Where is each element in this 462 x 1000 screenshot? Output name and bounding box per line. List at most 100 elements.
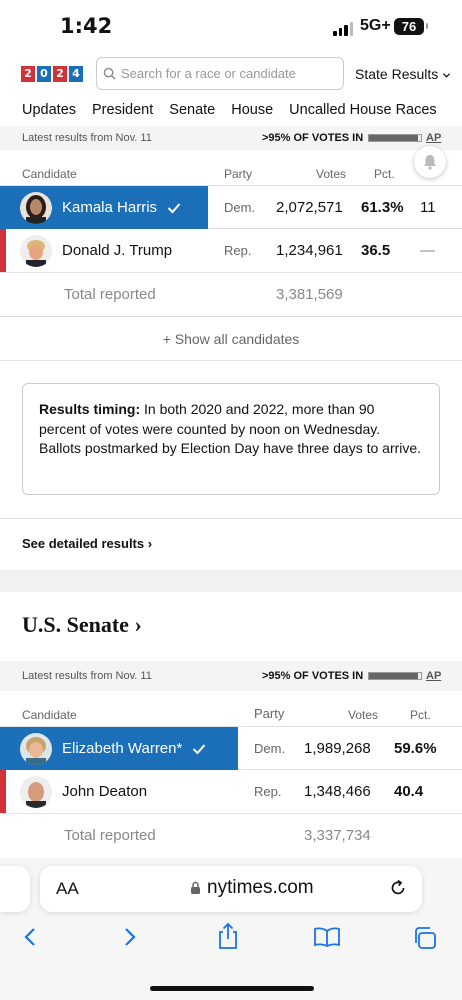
results-timing-notice: Results timing: In both 2020 and 2022, m…: [22, 383, 440, 495]
pct-cell: 40.4: [394, 783, 424, 800]
senate-section-title[interactable]: U.S. Senate ›: [22, 612, 142, 638]
logo-digit: 2: [53, 66, 67, 82]
table-row[interactable]: Donald J. Trump Rep. 1,234,961 36.5 —: [0, 229, 462, 273]
bookmarks-icon[interactable]: [313, 926, 341, 948]
avatar: [20, 732, 52, 765]
electoral-votes-cell: 11: [420, 199, 436, 216]
battery-nub: [426, 23, 428, 29]
tab-senate[interactable]: Senate: [169, 102, 215, 118]
table-row[interactable]: Kamala Harris Dem. 2,072,571 61.3% 11: [0, 185, 462, 229]
total-label: Total reported: [64, 286, 156, 303]
updated-text: Latest results from Nov. 11: [22, 132, 152, 144]
winner-candidate-cell: Elizabeth Warren*: [0, 727, 238, 770]
tabs-icon[interactable]: [412, 926, 438, 950]
candidate-name: Donald J. Trump: [62, 242, 173, 259]
see-detailed-results-link[interactable]: See detailed results ›: [0, 518, 462, 570]
candidate-cell: Donald J. Trump: [0, 229, 172, 272]
logo-digit: 0: [37, 66, 51, 82]
logo-digit: 4: [69, 66, 83, 82]
pct-cell: 36.5: [361, 242, 391, 259]
logo-digit: 2: [21, 66, 35, 82]
previous-tab-bar[interactable]: [0, 866, 30, 912]
state-results-dropdown[interactable]: State Results: [355, 66, 451, 82]
party-cell: Dem.: [254, 741, 286, 756]
col-votes: Votes: [348, 708, 379, 722]
check-icon: [193, 743, 206, 754]
tab-uncalled-house[interactable]: Uncalled House Races: [289, 102, 437, 118]
notice-title: Results timing:: [39, 401, 141, 417]
table-row[interactable]: John Deaton Rep. 1,348,466 40.4: [0, 770, 462, 814]
total-row: Total reported 3,381,569: [0, 273, 462, 317]
tab-president[interactable]: President: [92, 102, 153, 118]
home-indicator: [150, 986, 314, 991]
search-box[interactable]: [96, 57, 344, 90]
party-cell: Rep.: [224, 243, 252, 258]
avatar: [20, 234, 52, 267]
signal-icon: [333, 22, 353, 36]
col-pct: Pct.: [410, 708, 431, 722]
candidate-name: Kamala Harris: [62, 199, 158, 216]
col-candidate: Candidate: [22, 708, 77, 722]
votes-in-text: >95% OF VOTES IN: [262, 132, 364, 144]
col-party: Party: [224, 167, 253, 181]
share-icon[interactable]: [216, 922, 240, 950]
votes-cell: 1,234,961: [276, 242, 343, 259]
back-icon[interactable]: [22, 926, 38, 948]
tab-updates[interactable]: Updates: [22, 102, 76, 118]
address-bar[interactable]: AA nytimes.com: [40, 866, 422, 912]
electoral-votes-cell: —: [420, 242, 435, 259]
avatar: [20, 775, 52, 808]
search-icon: [103, 67, 116, 80]
check-icon: [167, 202, 181, 213]
bell-glyph: [424, 155, 436, 170]
party-cell: Dem.: [224, 200, 256, 215]
tab-house[interactable]: House: [231, 102, 273, 118]
col-pct: Pct.: [374, 167, 395, 181]
col-party: Party: [254, 706, 285, 721]
candidate-name: Elizabeth Warren*: [62, 740, 183, 757]
safari-nav-bar: [0, 922, 462, 958]
search-input[interactable]: [121, 66, 331, 81]
ap-source-link[interactable]: AP: [426, 670, 441, 682]
battery-icon: 76: [394, 18, 424, 35]
candidate-name: John Deaton: [62, 783, 148, 800]
reload-icon[interactable]: [388, 878, 408, 898]
results-status-strip: Latest results from Nov. 11 >95% OF VOTE…: [0, 661, 462, 691]
ap-source-link[interactable]: AP: [426, 132, 441, 144]
status-bar: 1:42 5G+ 76: [0, 0, 462, 52]
url-display[interactable]: nytimes.com: [190, 877, 314, 899]
table-row[interactable]: Elizabeth Warren* Dem. 1,989,268 59.6%: [0, 726, 462, 770]
network-label: 5G+: [360, 17, 391, 34]
show-all-candidates-button[interactable]: + Show all candidates: [0, 317, 462, 361]
candidate-cell: John Deaton: [0, 770, 147, 813]
bell-icon[interactable]: [414, 146, 446, 178]
votes-in-text: >95% OF VOTES IN: [262, 670, 364, 682]
votes-cell: 2,072,571: [276, 199, 343, 216]
url-text: nytimes.com: [207, 877, 314, 898]
state-results-label: State Results: [355, 66, 439, 82]
votes-cell: 1,989,268: [304, 740, 371, 757]
total-label: Total reported: [64, 827, 156, 844]
pct-cell: 61.3%: [361, 199, 404, 216]
total-votes: 3,381,569: [276, 286, 343, 303]
votes-cell: 1,348,466: [304, 783, 371, 800]
forward-icon[interactable]: [122, 926, 138, 948]
col-votes: Votes: [316, 167, 347, 181]
party-cell: Rep.: [254, 784, 282, 799]
avatar: [20, 191, 52, 224]
section-divider: [0, 570, 462, 592]
reader-settings-button[interactable]: AA: [56, 879, 79, 899]
chevron-down-icon: [443, 73, 451, 78]
total-row: Total reported 3,337,734: [0, 814, 462, 858]
election-logo[interactable]: 2 0 2 4: [21, 66, 83, 82]
col-candidate: Candidate: [22, 167, 77, 181]
votes-in-bar: [368, 134, 422, 142]
lock-icon: [191, 881, 200, 894]
pct-cell: 59.6%: [394, 740, 437, 757]
votes-in-bar: [368, 672, 422, 680]
updated-text: Latest results from Nov. 11: [22, 670, 152, 682]
status-time: 1:42: [60, 14, 113, 38]
browser-toolbar: AA nytimes.com: [0, 858, 462, 1000]
total-votes: 3,337,734: [304, 827, 371, 844]
results-status-strip: Latest results from Nov. 11 >95% OF VOTE…: [0, 126, 462, 150]
